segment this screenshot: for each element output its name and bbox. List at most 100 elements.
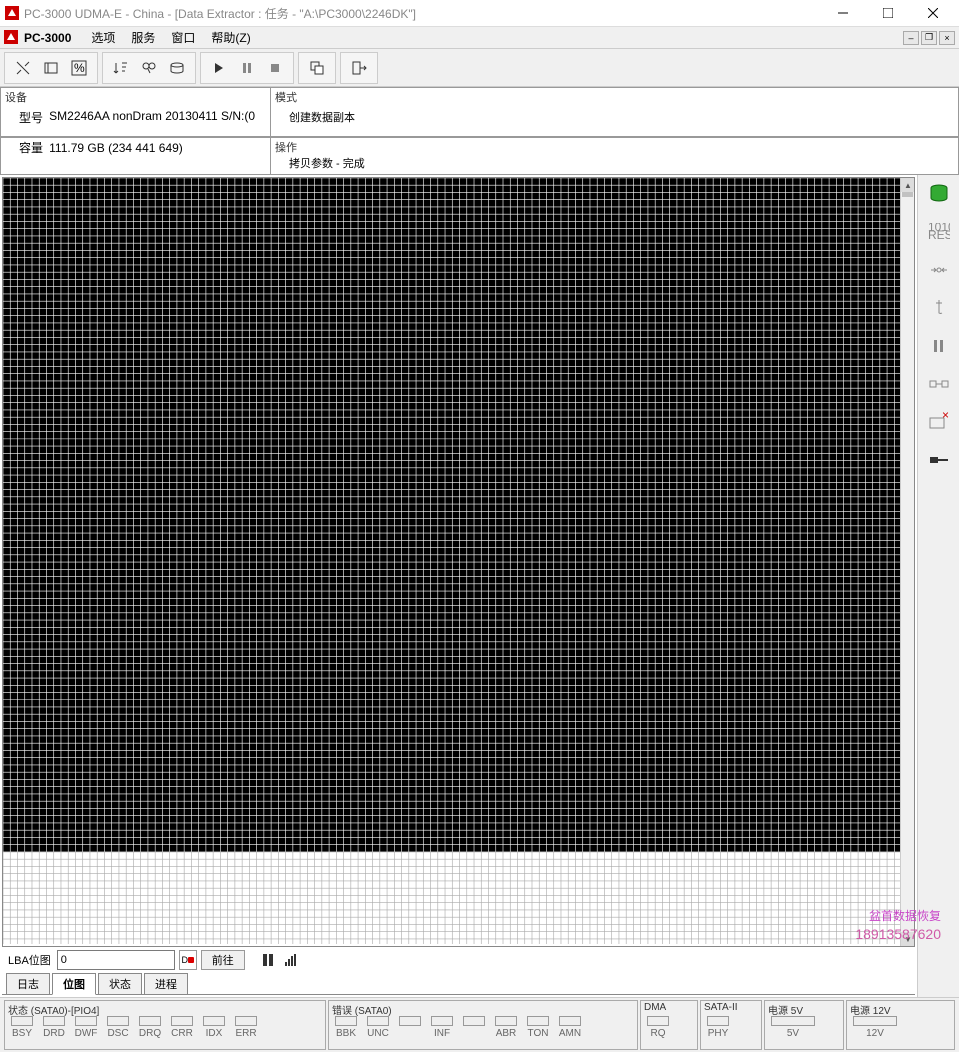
stop-icon[interactable] <box>261 54 289 82</box>
led-INF <box>431 1016 453 1026</box>
settings-icon[interactable] <box>37 54 65 82</box>
disk-icon[interactable] <box>163 54 191 82</box>
led-TON <box>527 1016 549 1026</box>
scroll-up-icon[interactable]: ▲ <box>901 178 915 192</box>
histogram-icon <box>285 954 296 966</box>
led-DSC <box>107 1016 129 1026</box>
led-blank <box>399 1016 421 1026</box>
status-error-title: 错误 (SATA0) <box>332 1002 634 1015</box>
vertical-scrollbar[interactable]: ▲ ▼ <box>900 178 914 946</box>
svg-text:×: × <box>942 412 949 422</box>
dma-led <box>647 1016 669 1026</box>
device-panel: 设备 型号 SM2246AA nonDram 20130411 S/N:(0 <box>0 87 270 136</box>
svg-text:%: % <box>74 61 85 75</box>
p12-led <box>853 1016 897 1026</box>
goto-button[interactable]: 前往 <box>201 950 245 970</box>
status-12v-panel: 电源 12V 12V <box>846 1000 955 1050</box>
reset-icon[interactable]: 10100RESET <box>923 219 955 245</box>
sector-map[interactable]: ▲ ▼ <box>2 177 915 947</box>
scroll-down-icon[interactable]: ▼ <box>901 932 915 946</box>
tab-log[interactable]: 日志 <box>6 973 50 995</box>
led-CRR <box>171 1016 193 1026</box>
find-icon[interactable] <box>135 54 163 82</box>
led-DWF <box>75 1016 97 1026</box>
operation-panel: 操作 拷贝参数 - 完成 <box>270 137 959 174</box>
led-UNC <box>367 1016 389 1026</box>
maximize-button[interactable] <box>865 0 910 27</box>
led-blank <box>463 1016 485 1026</box>
sort-icon[interactable] <box>107 54 135 82</box>
close-button[interactable] <box>910 0 955 27</box>
capacity-value: 111.79 GB (234 441 649) <box>49 141 183 155</box>
menu-app-icon <box>4 30 20 46</box>
p12-title: 电源 12V <box>850 1002 951 1015</box>
capacity-panel: 容量 111.79 GB (234 441 649) <box>0 137 270 174</box>
model-label: 型号 <box>19 109 43 126</box>
led-BBK <box>335 1016 357 1026</box>
menu-services[interactable]: 服务 <box>123 29 163 46</box>
led-AMN <box>559 1016 581 1026</box>
status-state-panel: 状态 (SATA0)-[PIO4] BSYDRDDWFDSCDRQCRRIDXE… <box>4 1000 326 1050</box>
lba-label: LBA位图 <box>8 952 51 968</box>
led-IDX <box>203 1016 225 1026</box>
menu-options[interactable]: 选项 <box>83 29 123 46</box>
status-dma-panel: DMA RQ <box>640 1000 698 1050</box>
led-BSY <box>11 1016 33 1026</box>
mode-label: 模式 <box>275 89 954 105</box>
status-sata-panel: SATA-II PHY <box>700 1000 762 1050</box>
status-error-panel: 错误 (SATA0) BBKUNCINFABRTONAMN <box>328 1000 638 1050</box>
menu-app-name: PC-3000 <box>24 31 71 45</box>
p5-led <box>771 1016 815 1026</box>
window-titlebar: PC-3000 UDMA-E - China - [Data Extractor… <box>0 0 959 27</box>
mdi-minimize-button[interactable]: – <box>903 31 919 45</box>
device-label: 设备 <box>5 89 266 105</box>
plug-icon[interactable] <box>923 295 955 321</box>
mdi-restore-button[interactable]: ❐ <box>921 31 937 45</box>
app-icon <box>4 5 20 21</box>
op-value: 拷贝参数 - 完成 <box>275 155 954 171</box>
tab-status[interactable]: 状态 <box>98 973 142 995</box>
tabs-bar: 日志 位图 状态 进程 <box>2 973 915 995</box>
lba-indicator-icon[interactable]: D <box>179 950 197 970</box>
capacity-label: 容量 <box>19 141 43 155</box>
p5-title: 电源 5V <box>768 1002 840 1015</box>
link-icon[interactable] <box>923 371 955 397</box>
exit-icon[interactable] <box>345 54 373 82</box>
mode-value: 创建数据副本 <box>275 105 954 133</box>
model-value: SM2246AA nonDram 20130411 S/N:(0 <box>49 109 255 123</box>
led-ABR <box>495 1016 517 1026</box>
database-icon[interactable] <box>923 181 955 207</box>
play-icon[interactable] <box>205 54 233 82</box>
mdi-close-button[interactable]: × <box>939 31 955 45</box>
menu-help[interactable]: 帮助(Z) <box>203 29 258 46</box>
window-title: PC-3000 UDMA-E - China - [Data Extractor… <box>24 5 820 22</box>
sata-led <box>707 1016 729 1026</box>
tools-icon[interactable] <box>9 54 37 82</box>
disconnect-icon[interactable]: × <box>923 409 955 435</box>
svg-text:RESET: RESET <box>928 228 950 241</box>
side-pause-icon[interactable] <box>923 333 955 359</box>
minimize-button[interactable] <box>820 0 865 27</box>
side-toolbar: 10100RESET × <box>917 175 959 997</box>
seek-icon[interactable] <box>923 257 955 283</box>
sata-title: SATA-II <box>704 1002 758 1015</box>
tab-process[interactable]: 进程 <box>144 973 188 995</box>
menu-window[interactable]: 窗口 <box>163 29 203 46</box>
op-label: 操作 <box>275 139 954 155</box>
scroll-thumb[interactable] <box>902 192 913 197</box>
pause-icon[interactable] <box>233 54 261 82</box>
led-ERR <box>235 1016 257 1026</box>
percent-icon[interactable]: % <box>65 54 93 82</box>
pause-icon-small[interactable] <box>261 953 275 967</box>
lba-input[interactable] <box>57 950 175 970</box>
led-DRD <box>43 1016 65 1026</box>
tab-bitmap[interactable]: 位图 <box>52 973 96 995</box>
copy-icon[interactable] <box>303 54 331 82</box>
grid-icon <box>3 178 914 944</box>
mode-panel: 模式 创建数据副本 <box>270 87 959 136</box>
dma-title: DMA <box>644 1002 694 1015</box>
menu-bar: PC-3000 选项 服务 窗口 帮助(Z) – ❐ × <box>0 27 959 49</box>
connector-icon[interactable] <box>923 447 955 473</box>
status-state-title: 状态 (SATA0)-[PIO4] <box>8 1002 322 1015</box>
status-5v-panel: 电源 5V 5V <box>764 1000 844 1050</box>
